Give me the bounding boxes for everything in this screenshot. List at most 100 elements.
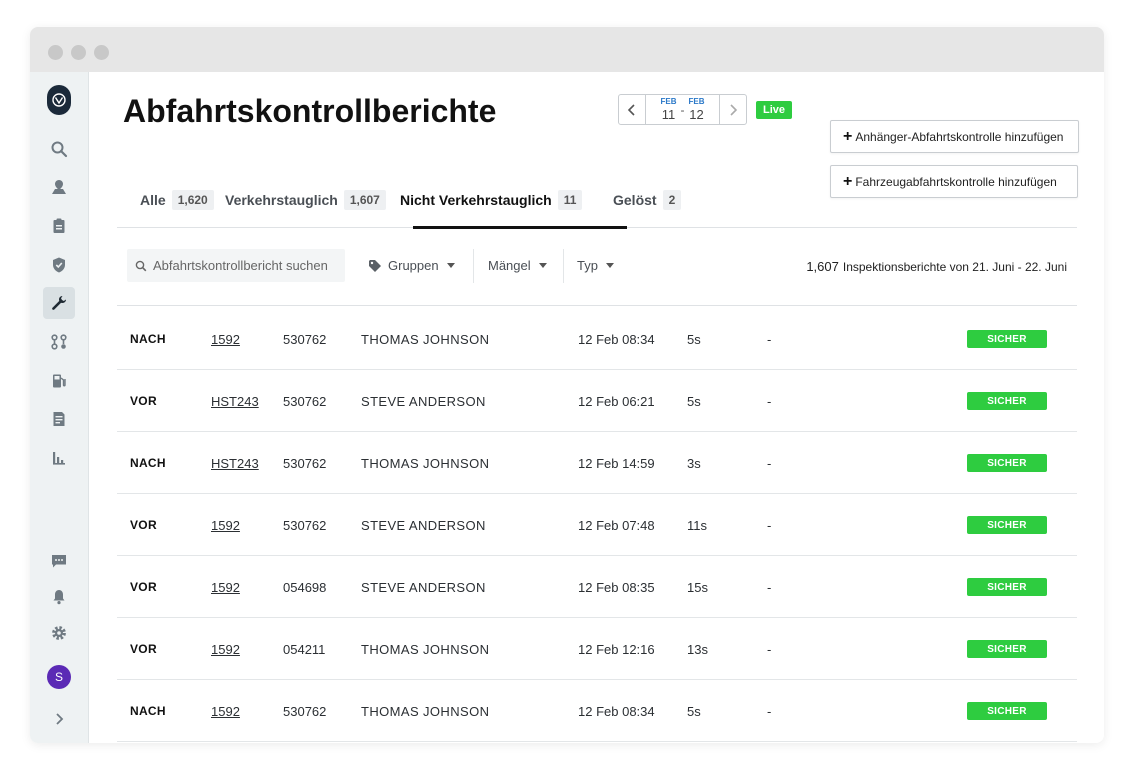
groups-filter[interactable]: Gruppen — [368, 258, 455, 273]
inspection-duration: 11s — [687, 742, 707, 743]
date-to: FEB 12 — [688, 97, 705, 122]
map-pin-icon[interactable] — [43, 171, 75, 203]
tab-label: Nicht Verkehrstauglich — [400, 192, 552, 208]
inspection-time: 12 Feb 08:35 — [578, 579, 655, 595]
inspection-duration: 11s — [687, 517, 707, 533]
sidebar: S — [30, 72, 89, 743]
live-badge[interactable]: Live — [756, 101, 793, 119]
bell-icon[interactable] — [43, 581, 75, 613]
expand-chevron-icon[interactable] — [43, 703, 75, 735]
logo-icon[interactable] — [47, 85, 71, 115]
report-count: 1,607 — [806, 259, 839, 274]
driver-name: THOMAS JOHNSON — [361, 331, 490, 347]
search-icon[interactable] — [43, 133, 75, 165]
chevron-down-icon — [538, 263, 547, 268]
status-badge: SICHER — [967, 516, 1047, 534]
search-icon — [135, 260, 147, 271]
table-row[interactable]: NACH 1592 530762 THOMAS JOHNSON 12 Feb 08:34… — [117, 308, 1077, 370]
chevron-left-icon — [627, 103, 635, 116]
document-icon[interactable] — [43, 403, 75, 435]
driver-name: ZACHARIAH STOUT — [361, 742, 490, 743]
window-close-dot[interactable] — [48, 45, 63, 60]
defects-value: - — [767, 703, 772, 719]
status-cell: SICHER — [967, 494, 1047, 556]
search-input[interactable] — [153, 258, 333, 273]
status-badge: SICHER — [967, 578, 1047, 596]
tab-not-roadworthy[interactable]: Nicht Verkehrstauglich 11 — [400, 190, 583, 210]
status-cell: SICHER — [967, 432, 1047, 494]
inspection-table: NACH 1592 530762 THOMAS JOHNSON 12 Feb 08:34… — [117, 308, 1077, 743]
status-badge: SICHER — [967, 702, 1047, 720]
clipboard-icon[interactable] — [43, 210, 75, 242]
next-date-button[interactable] — [719, 95, 746, 124]
add-trailer-inspection-button[interactable]: + Anhänger-Abfahrtskontrolle hinzufügen — [830, 120, 1079, 153]
status-cell: SICHER — [967, 308, 1047, 370]
tab-count: 1,607 — [343, 190, 386, 210]
filter-divider — [473, 249, 474, 283]
chevron-down-icon — [446, 263, 455, 268]
wrench-icon[interactable] — [43, 287, 75, 319]
defects-filter[interactable]: Mängel — [488, 258, 547, 273]
vehicle-link[interactable]: 1592 — [211, 494, 240, 556]
tab-count: 2 — [662, 190, 682, 210]
page-title: Abfahrtskontrollberichte — [123, 93, 497, 129]
vehicle-link[interactable]: 1592 — [211, 556, 240, 618]
inspection-duration: 5s — [687, 331, 701, 347]
table-row[interactable]: VOR 1592 054698 STEVE ANDERSON 12 Feb 08:35 1… — [117, 556, 1077, 618]
bar-chart-icon[interactable] — [43, 442, 75, 474]
fuel-icon[interactable] — [43, 365, 75, 397]
inspection-time: 12 Feb 07:48 — [578, 517, 655, 533]
report-range: Inspektionsberichte von 21. Juni - 22. J… — [842, 260, 1067, 274]
chevron-down-icon — [605, 263, 614, 268]
vehicle-link[interactable]: 1592 — [211, 742, 240, 743]
vehicle-link[interactable]: HST243 — [211, 370, 259, 432]
tab-label: Gelöst — [613, 192, 657, 208]
inspection-type: VOR — [130, 580, 157, 594]
tab-all[interactable]: Alle 1,620 — [140, 190, 214, 210]
table-row[interactable]: VOR 1592 530762 STEVE ANDERSON 12 Feb 07:48 1… — [117, 494, 1077, 556]
avatar[interactable]: S — [47, 665, 71, 689]
vehicle-link[interactable]: 1592 — [211, 618, 240, 680]
trailer-id: 530762 — [283, 703, 327, 719]
vehicle-link[interactable]: 1592 — [211, 308, 240, 370]
window-maximize-dot[interactable] — [94, 45, 109, 60]
prev-date-button[interactable] — [619, 95, 646, 124]
search-box[interactable] — [127, 249, 345, 282]
inspection-duration: 13s — [687, 641, 708, 657]
defects-value: - — [767, 742, 771, 743]
inspection-duration: 3s — [687, 455, 701, 471]
tab-roadworthy[interactable]: Verkehrstauglich 1,607 — [225, 190, 386, 210]
table-row[interactable]: Post-trip 1592 054208 ZACHARIAH STOUT 12 Feb… — [117, 742, 1077, 743]
defects-filter-label: Mängel — [488, 258, 531, 273]
chat-icon[interactable] — [43, 545, 75, 577]
inspection-type: VOR — [130, 642, 157, 656]
report-summary: 1,607 Inspektionsberichte von 21. Juni - … — [806, 259, 1067, 274]
window-minimize-dot[interactable] — [71, 45, 86, 60]
date-from-day: 11 — [661, 107, 676, 122]
trailer-id: 530762 — [283, 517, 327, 533]
tab-count: 1,620 — [171, 190, 214, 210]
status-cell: SICHER — [967, 556, 1047, 618]
table-row[interactable]: NACH 1592 530762 THOMAS JOHNSON 12 Feb 08:34… — [117, 680, 1077, 742]
vehicle-link[interactable]: 1592 — [211, 680, 240, 742]
table-row[interactable]: VOR 1592 054211 THOMAS JOHNSON 12 Feb 12:16 1… — [117, 618, 1077, 680]
gear-icon[interactable] — [43, 617, 75, 649]
inspection-type: Post-trip — [130, 742, 182, 743]
type-filter[interactable]: Typ — [577, 258, 614, 273]
defects-value: - — [767, 517, 772, 533]
route-icon[interactable] — [43, 326, 75, 358]
date-range-display[interactable]: FEB 11 - FEB 12 — [646, 95, 719, 124]
date-to-month: FEB — [688, 97, 705, 106]
shield-icon[interactable] — [43, 249, 75, 281]
table-row[interactable]: NACH HST243 530762 THOMAS JOHNSON 12 Feb 14:… — [117, 432, 1077, 494]
tab-resolved[interactable]: Gelöst 2 — [613, 190, 682, 210]
inspection-type: NACH — [130, 456, 166, 470]
defects-value: - — [767, 331, 772, 347]
date-from-month: FEB — [660, 97, 677, 106]
inspection-time: 12 Feb 14:59 — [578, 455, 655, 471]
vehicle-link[interactable]: HST243 — [211, 432, 259, 494]
filter-bar: Gruppen Mängel Typ 1,607Inspektionsberic… — [117, 228, 1077, 306]
add-trailer-inspection-label: Anhänger-Abfahrtskontrolle hinzufügen — [855, 129, 1064, 144]
date-range-picker[interactable]: FEB 11 - FEB 12 — [618, 94, 747, 125]
table-row[interactable]: VOR HST243 530762 STEVE ANDERSON 12 Feb 06:2… — [117, 370, 1077, 432]
